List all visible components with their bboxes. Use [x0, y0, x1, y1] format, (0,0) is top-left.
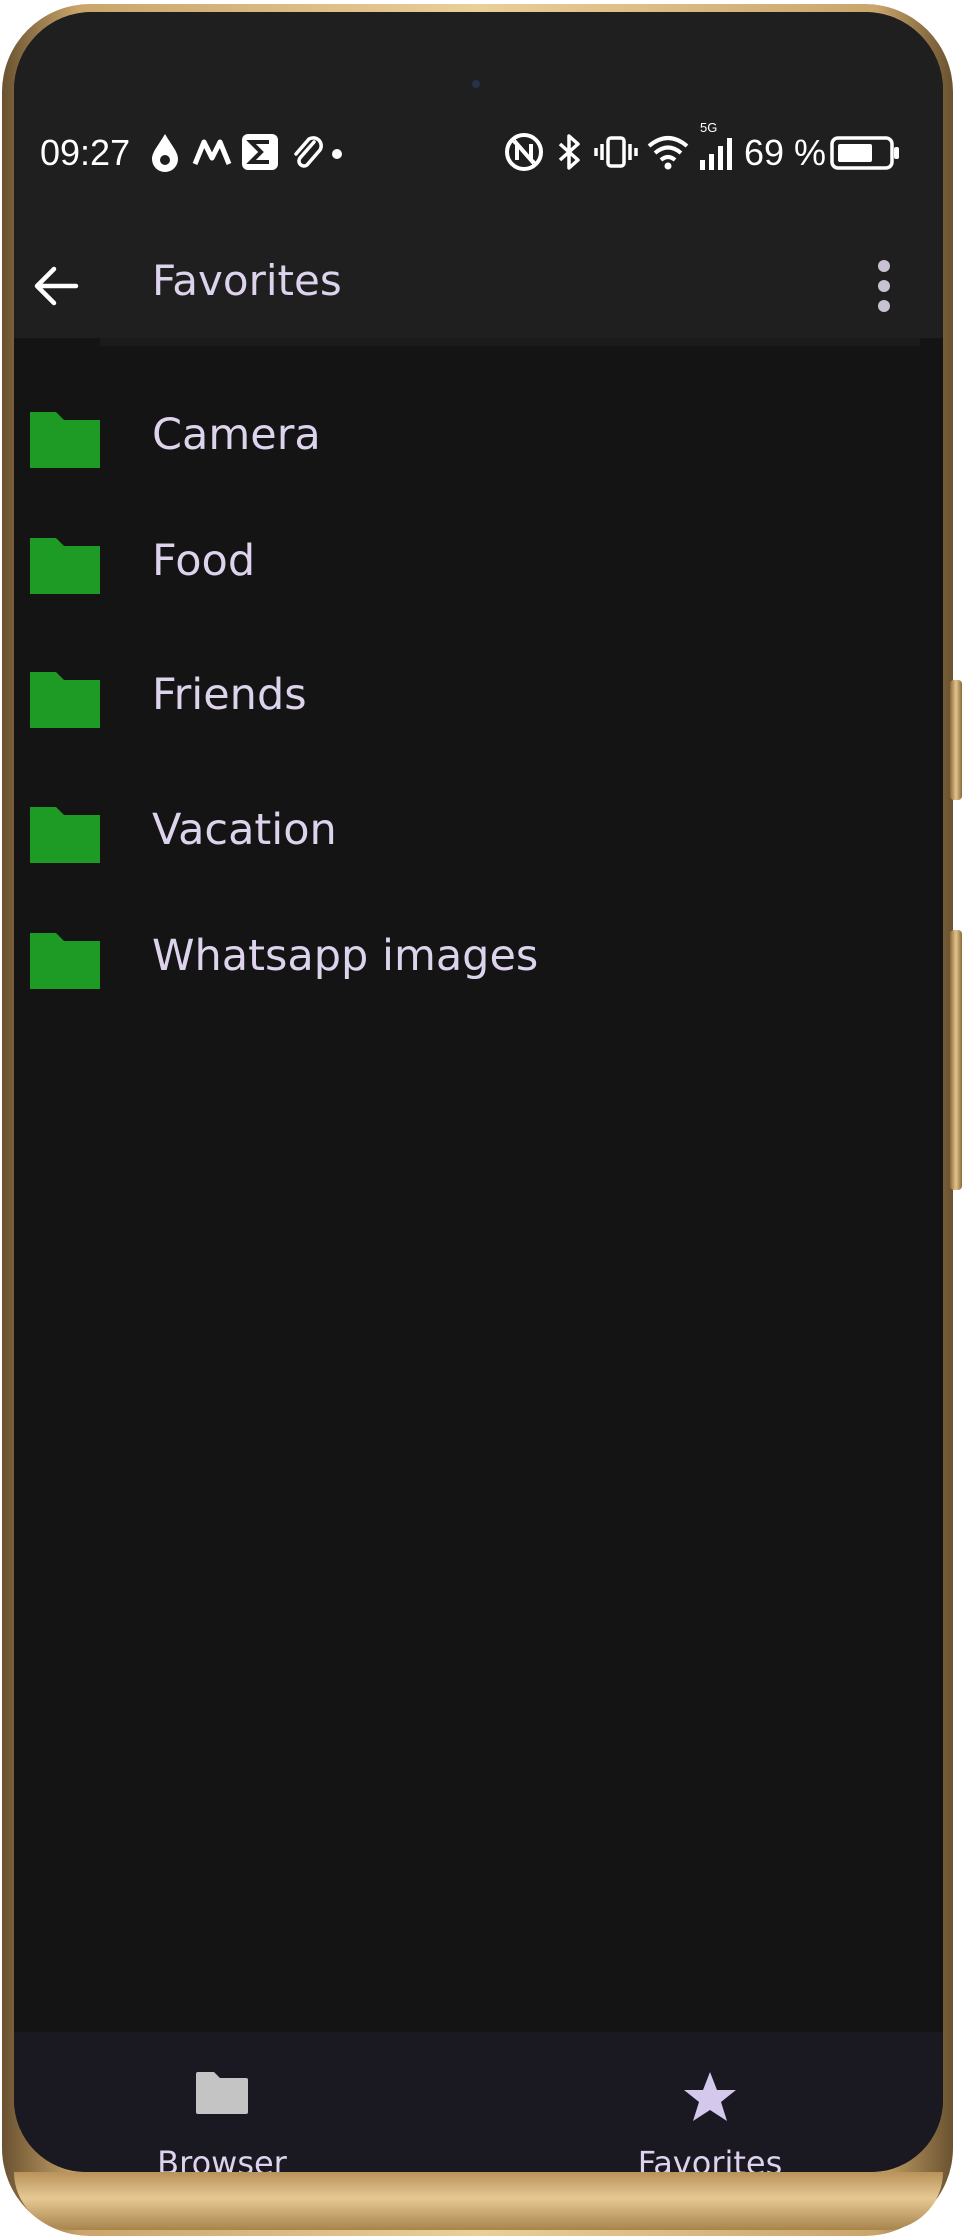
- front-camera: [472, 80, 480, 88]
- signal-icon: [700, 138, 732, 170]
- bottom-navigation: Browser Favorites: [14, 2032, 943, 2172]
- arrow-left-icon[interactable]: [28, 258, 84, 314]
- folder-icon: [30, 807, 100, 863]
- side-button-lower: [950, 930, 962, 1190]
- m-logo-icon: [192, 139, 232, 165]
- nav-item-label: Browser: [157, 2144, 287, 2172]
- page-title: Favorites: [152, 256, 342, 305]
- status-time: 09:27: [40, 132, 131, 173]
- folder-icon: [30, 933, 100, 989]
- side-button-upper: [950, 680, 962, 800]
- app-bar-divider: [100, 338, 920, 346]
- folder-icon: [30, 672, 100, 728]
- dot-icon: [332, 149, 342, 159]
- app-bar: Favorites: [14, 236, 943, 336]
- folder-icon: [196, 2072, 248, 2114]
- nfc-icon: [505, 133, 543, 171]
- paperclip-icon: [294, 136, 323, 168]
- nav-item-favorites[interactable]: Favorites: [560, 2032, 860, 2172]
- star-icon: [684, 2072, 736, 2121]
- list-item-label: Food: [152, 536, 256, 586]
- list-item-label: Vacation: [152, 805, 337, 855]
- wifi-icon: [647, 136, 689, 170]
- vibrate-icon: [594, 136, 638, 168]
- list-item[interactable]: Food: [14, 504, 943, 624]
- list-item[interactable]: Friends: [14, 638, 943, 758]
- list-item-label: Camera: [152, 410, 321, 460]
- list-item[interactable]: Whatsapp images: [14, 899, 943, 1019]
- drop-icon: [152, 134, 178, 172]
- list-item[interactable]: Vacation: [14, 773, 943, 893]
- nav-item-label: Favorites: [637, 2144, 783, 2172]
- battery-percent: 69 %: [744, 132, 827, 173]
- battery-icon: [830, 136, 899, 170]
- nav-item-browser[interactable]: Browser: [72, 2032, 372, 2172]
- list-item[interactable]: Camera: [14, 378, 943, 498]
- phone-chin: [14, 2172, 943, 2230]
- more-vertical-icon[interactable]: [864, 256, 904, 316]
- folder-icon: [30, 538, 100, 594]
- phone-screen: 09:27 5G 69 % Favorites Camera Food Frie…: [14, 12, 943, 2172]
- bluetooth-icon: [558, 134, 580, 170]
- sigma-icon: [242, 134, 278, 170]
- list-item-label: Whatsapp images: [152, 931, 539, 981]
- list-item-label: Friends: [152, 670, 307, 720]
- status-bar: 09:27 5G 69 %: [14, 120, 943, 184]
- folder-icon: [30, 412, 100, 468]
